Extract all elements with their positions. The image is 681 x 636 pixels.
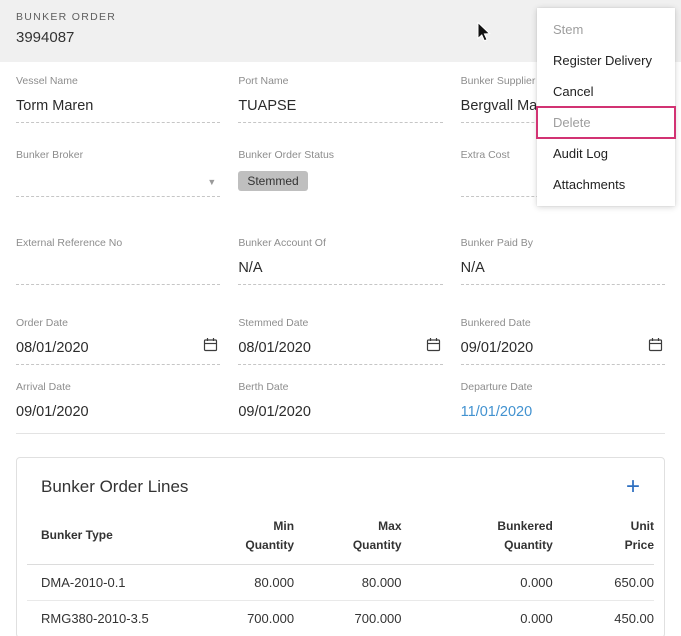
- bunker-account-of-value[interactable]: N/A: [238, 258, 442, 279]
- table-row[interactable]: DMA-2010-0.1 80.000 80.000 0.000 650.00: [27, 565, 654, 601]
- menu-item-attachments[interactable]: Attachments: [537, 169, 675, 200]
- menu-item-audit-log[interactable]: Audit Log: [537, 138, 675, 169]
- cell-min-quantity[interactable]: 700.000: [202, 601, 294, 636]
- bunker-order-page: BUNKER ORDER 3994087 Vessel Name Torm Ma…: [0, 0, 681, 636]
- menu-item-stem[interactable]: Stem: [537, 14, 675, 45]
- mouse-cursor-icon: [477, 22, 491, 47]
- menu-item-cancel[interactable]: Cancel: [537, 76, 675, 107]
- arrival-date-field: Arrival Date 09/01/2020: [16, 381, 220, 423]
- table-row[interactable]: RMG380-2010-3.5 700.000 700.000 0.000 45…: [27, 601, 654, 636]
- bunkered-date-value[interactable]: 09/01/2020: [461, 338, 665, 359]
- berth-date-label: Berth Date: [238, 381, 442, 393]
- column-header-min-quantity: Min Quantity: [202, 503, 294, 565]
- cell-bunkered-quantity[interactable]: 0.000: [402, 601, 553, 636]
- departure-date-label: Departure Date: [461, 381, 665, 393]
- cell-bunkered-quantity[interactable]: 0.000: [402, 565, 553, 601]
- column-header-bunkered-quantity: Bunkered Quantity: [402, 503, 553, 565]
- port-name-value[interactable]: TUAPSE: [238, 96, 442, 117]
- column-header-max-quantity: Max Quantity: [294, 503, 401, 565]
- bunker-broker-label: Bunker Broker: [16, 149, 220, 161]
- menu-item-delete[interactable]: Delete: [537, 107, 675, 138]
- departure-date-value[interactable]: 11/01/2020: [461, 402, 665, 423]
- order-date-value[interactable]: 08/01/2020: [16, 338, 220, 359]
- bunkered-date-field[interactable]: Bunkered Date 09/01/2020: [461, 317, 665, 365]
- external-reference-label: External Reference No: [16, 237, 220, 249]
- departure-date-field: Departure Date 11/01/2020: [461, 381, 665, 423]
- cell-bunker-type[interactable]: RMG380-2010-3.5: [27, 601, 202, 636]
- cell-max-quantity[interactable]: 80.000: [294, 565, 401, 601]
- column-header-text: Min Quantity: [245, 517, 294, 554]
- section-divider: [16, 433, 665, 434]
- bunker-order-lines-title: Bunker Order Lines: [41, 477, 188, 497]
- stemmed-date-value[interactable]: 08/01/2020: [238, 338, 442, 359]
- bunkered-date-label: Bunkered Date: [461, 317, 665, 329]
- port-name-label: Port Name: [238, 75, 442, 87]
- bunker-broker-value[interactable]: [16, 170, 220, 191]
- column-header-unit-price: Unit Price: [553, 503, 654, 565]
- stemmed-date-field[interactable]: Stemmed Date 08/01/2020: [238, 317, 442, 365]
- order-lines-table: Bunker Type Min Quantity Max Quantity Bu…: [27, 503, 654, 636]
- bunker-account-of-field[interactable]: Bunker Account Of N/A: [238, 237, 442, 285]
- vessel-name-field[interactable]: Vessel Name Torm Maren: [16, 75, 220, 123]
- bunker-paid-by-value[interactable]: N/A: [461, 258, 665, 279]
- berth-date-value: 09/01/2020: [238, 402, 442, 423]
- stemmed-date-label: Stemmed Date: [238, 317, 442, 329]
- table-header-row: Bunker Type Min Quantity Max Quantity Bu…: [27, 503, 654, 565]
- vessel-name-label: Vessel Name: [16, 75, 220, 87]
- cell-max-quantity[interactable]: 700.000: [294, 601, 401, 636]
- order-actions-menu: Stem Register Delivery Cancel Delete Aud…: [537, 8, 675, 206]
- external-reference-field[interactable]: External Reference No: [16, 237, 220, 285]
- external-reference-value[interactable]: [16, 258, 220, 279]
- bunker-order-lines-card: Bunker Order Lines + Bunker Type Min Qua…: [16, 457, 665, 636]
- column-header-bunker-type: Bunker Type: [27, 503, 202, 565]
- vessel-name-value[interactable]: Torm Maren: [16, 96, 220, 117]
- status-badge: Stemmed: [238, 171, 307, 191]
- bunker-broker-field[interactable]: Bunker Broker ▼: [16, 149, 220, 197]
- cell-unit-price[interactable]: 450.00: [553, 601, 654, 636]
- calendar-icon[interactable]: [426, 337, 441, 357]
- berth-date-field: Berth Date 09/01/2020: [238, 381, 442, 423]
- column-header-text: Max Quantity: [353, 517, 402, 554]
- bunker-order-status-field: Bunker Order Status Stemmed: [238, 149, 442, 197]
- cell-unit-price[interactable]: 650.00: [553, 565, 654, 601]
- calendar-icon[interactable]: [203, 337, 218, 357]
- arrival-date-value: 09/01/2020: [16, 402, 220, 423]
- column-header-text: Unit Price: [625, 517, 654, 554]
- order-date-field[interactable]: Order Date 08/01/2020: [16, 317, 220, 365]
- bunker-order-status-label: Bunker Order Status: [238, 149, 442, 161]
- cell-min-quantity[interactable]: 80.000: [202, 565, 294, 601]
- port-name-field[interactable]: Port Name TUAPSE: [238, 75, 442, 123]
- add-line-button[interactable]: +: [626, 477, 640, 497]
- arrival-date-label: Arrival Date: [16, 381, 220, 393]
- calendar-icon[interactable]: [648, 337, 663, 357]
- cell-bunker-type[interactable]: DMA-2010-0.1: [27, 565, 202, 601]
- bunker-account-of-label: Bunker Account Of: [238, 237, 442, 249]
- bunker-paid-by-field[interactable]: Bunker Paid By N/A: [461, 237, 665, 285]
- column-header-text: Bunkered Quantity: [497, 517, 552, 554]
- bunker-paid-by-label: Bunker Paid By: [461, 237, 665, 249]
- chevron-down-icon[interactable]: ▼: [207, 177, 216, 187]
- menu-item-register-delivery[interactable]: Register Delivery: [537, 45, 675, 76]
- order-date-label: Order Date: [16, 317, 220, 329]
